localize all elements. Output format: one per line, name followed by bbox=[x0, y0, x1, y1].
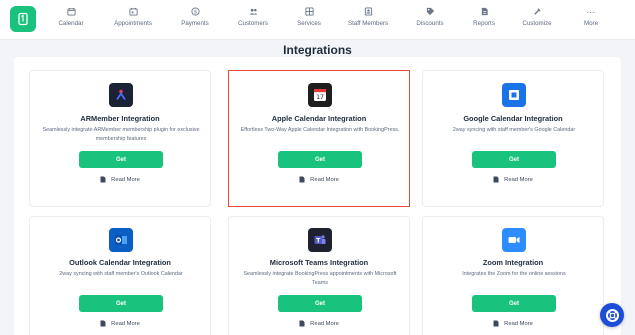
card-title: Zoom Integration bbox=[482, 258, 544, 267]
customize-icon bbox=[532, 6, 542, 16]
nav-label: Staff Members bbox=[347, 20, 389, 27]
read-more-link[interactable]: Read More bbox=[229, 176, 409, 183]
life-ring-icon bbox=[605, 308, 619, 322]
nav-label: Customers bbox=[238, 20, 268, 27]
get-button[interactable]: Get bbox=[472, 151, 556, 168]
top-navigation-bar: Calendar Appointments $ Payments Custome… bbox=[0, 0, 635, 40]
nav-item-discounts[interactable]: Discounts bbox=[416, 6, 444, 34]
calendar-icon bbox=[66, 6, 76, 16]
get-button[interactable]: Get bbox=[79, 295, 163, 312]
integration-card-armember: ARMember Integration Seamlessly integrat… bbox=[29, 70, 211, 207]
app-logo[interactable] bbox=[10, 6, 36, 32]
document-icon bbox=[479, 6, 489, 16]
appointment-calendar-icon bbox=[128, 6, 138, 16]
card-description: Seamlessly integrate BookingPress appoin… bbox=[243, 271, 397, 286]
help-button[interactable] bbox=[600, 303, 624, 327]
armember-logo-icon bbox=[109, 83, 133, 107]
zoom-icon bbox=[502, 228, 526, 252]
card-description: 2way syncing with staff member's Google … bbox=[452, 127, 576, 133]
card-description: 2way syncing with staff member's Outlook… bbox=[59, 271, 183, 277]
read-more-label: Read More bbox=[111, 320, 140, 327]
nav-label: Reports bbox=[473, 20, 495, 27]
nav-item-customers[interactable]: Customers bbox=[237, 6, 269, 34]
nav-label: Payments bbox=[181, 20, 209, 27]
apple-calendar-icon: 17 bbox=[308, 83, 332, 107]
card-title: Microsoft Teams Integration bbox=[269, 258, 369, 267]
read-more-label: Read More bbox=[504, 176, 533, 183]
read-more-link[interactable]: Read More bbox=[30, 320, 210, 327]
tag-icon bbox=[425, 6, 435, 16]
read-more-link[interactable]: Read More bbox=[229, 320, 409, 327]
integration-card-google-calendar: Google Calendar Integration 2way syncing… bbox=[422, 70, 604, 207]
card-title: ARMember Integration bbox=[80, 114, 160, 123]
microsoft-teams-icon: T bbox=[308, 228, 332, 252]
nav-label: Customize bbox=[522, 20, 552, 27]
card-title: Apple Calendar Integration bbox=[271, 114, 367, 123]
svg-text:17: 17 bbox=[316, 94, 324, 101]
nav-item-appointments[interactable]: Appointments bbox=[113, 6, 153, 34]
card-description: Seamlessly integrate ARMember membership… bbox=[42, 127, 200, 142]
read-more-label: Read More bbox=[310, 176, 339, 183]
read-more-label: Read More bbox=[310, 320, 339, 327]
nav-item-reports[interactable]: Reports bbox=[472, 6, 496, 34]
document-icon bbox=[299, 320, 305, 327]
card-description: Effortless Two-Way Apple Calendar Integr… bbox=[240, 127, 400, 133]
nav-item-payments[interactable]: $ Payments bbox=[181, 6, 209, 34]
nav-item-more[interactable]: ... More bbox=[582, 6, 600, 34]
get-button[interactable]: Get bbox=[278, 295, 362, 312]
read-more-link[interactable]: Read More bbox=[423, 320, 603, 327]
nav-label: Services bbox=[297, 20, 321, 27]
integration-card-zoom: Zoom Integration Integrates the Zoom for… bbox=[422, 216, 604, 335]
nav-label: Discounts bbox=[416, 20, 444, 27]
more-dots-icon: ... bbox=[586, 5, 596, 15]
integrations-panel: ARMember Integration Seamlessly integrat… bbox=[14, 57, 621, 335]
integration-card-apple-calendar: 17 Apple Calendar Integration Effortless… bbox=[228, 70, 410, 207]
get-button[interactable]: Get bbox=[278, 151, 362, 168]
nav-label: More bbox=[583, 20, 599, 27]
read-more-link[interactable]: Read More bbox=[423, 176, 603, 183]
read-more-label: Read More bbox=[111, 176, 140, 183]
get-button[interactable]: Get bbox=[79, 151, 163, 168]
integration-card-outlook-calendar: Outlook Calendar Integration 2way syncin… bbox=[29, 216, 211, 335]
nav-item-services[interactable]: Services bbox=[296, 6, 322, 34]
outlook-calendar-icon bbox=[109, 228, 133, 252]
nav-label: Appointments bbox=[114, 20, 152, 27]
get-button[interactable]: Get bbox=[472, 295, 556, 312]
bookingpress-logo-icon bbox=[18, 12, 28, 26]
services-grid-icon bbox=[304, 6, 314, 16]
integration-card-microsoft-teams: T Microsoft Teams Integration Seamlessly… bbox=[228, 216, 410, 335]
google-calendar-icon bbox=[502, 83, 526, 107]
card-description: Integrates the Zoom for the online sessi… bbox=[462, 271, 566, 277]
document-icon bbox=[493, 176, 499, 183]
nav-item-calendar[interactable]: Calendar bbox=[58, 6, 84, 34]
document-icon bbox=[299, 176, 305, 183]
read-more-link[interactable]: Read More bbox=[30, 176, 210, 183]
nav-item-staff-members[interactable]: Staff Members bbox=[347, 6, 389, 34]
read-more-label: Read More bbox=[504, 320, 533, 327]
document-icon bbox=[100, 176, 106, 183]
dollar-icon: $ bbox=[190, 6, 200, 16]
document-icon bbox=[493, 320, 499, 327]
card-title: Google Calendar Integration bbox=[463, 114, 563, 123]
nav-label: Calendar bbox=[58, 20, 84, 27]
nav-item-customize[interactable]: Customize bbox=[521, 6, 553, 34]
staff-badge-icon bbox=[363, 6, 373, 16]
users-icon bbox=[248, 6, 258, 16]
document-icon bbox=[100, 320, 106, 327]
svg-text:$: $ bbox=[193, 9, 196, 15]
card-title: Outlook Calendar Integration bbox=[69, 258, 171, 267]
